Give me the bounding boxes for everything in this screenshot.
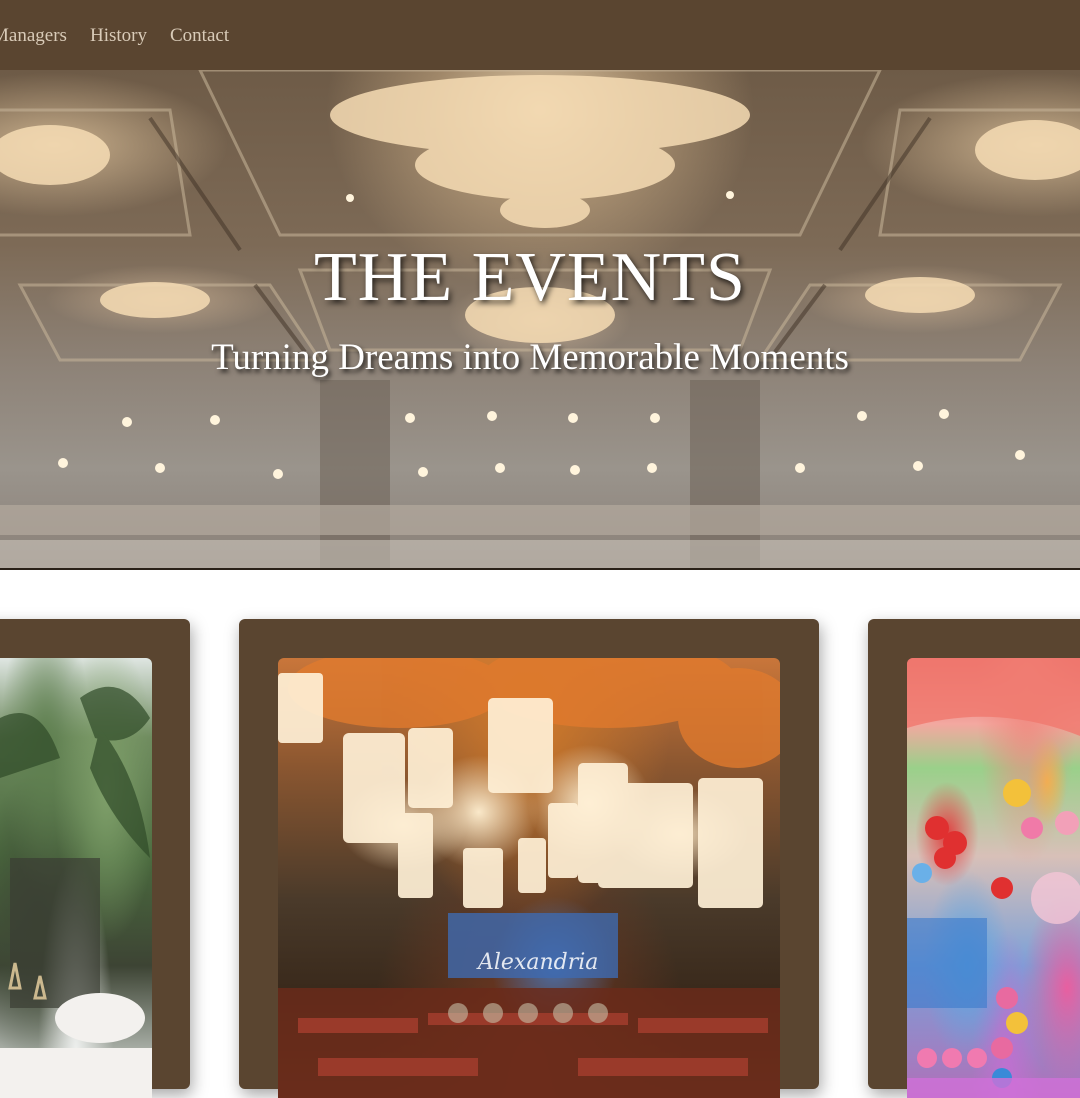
nav-link-history[interactable]: History (90, 25, 147, 47)
venue-signature-logo: Alexandria (478, 950, 599, 975)
ballroom-ceiling-image (0, 70, 1080, 568)
garden-event-photo (0, 658, 152, 1098)
event-card-party[interactable] (868, 619, 1080, 1098)
hero-title: THE EVENTS (314, 239, 746, 316)
nav-link-contact[interactable]: Contact (170, 25, 229, 47)
event-card-banquet[interactable]: Alexandria (239, 619, 819, 1098)
lantern-banquet-photo: Alexandria (278, 658, 780, 1098)
top-navbar: Managers History Contact (0, 0, 1080, 70)
nav-link-managers[interactable]: Managers (0, 25, 67, 47)
balloon-party-photo (907, 658, 1080, 1098)
hero-subtitle: Turning Dreams into Memorable Moments (211, 337, 849, 378)
event-card-garden[interactable] (0, 619, 190, 1098)
hero-banner: THE EVENTS Turning Dreams into Memorable… (0, 70, 1080, 570)
